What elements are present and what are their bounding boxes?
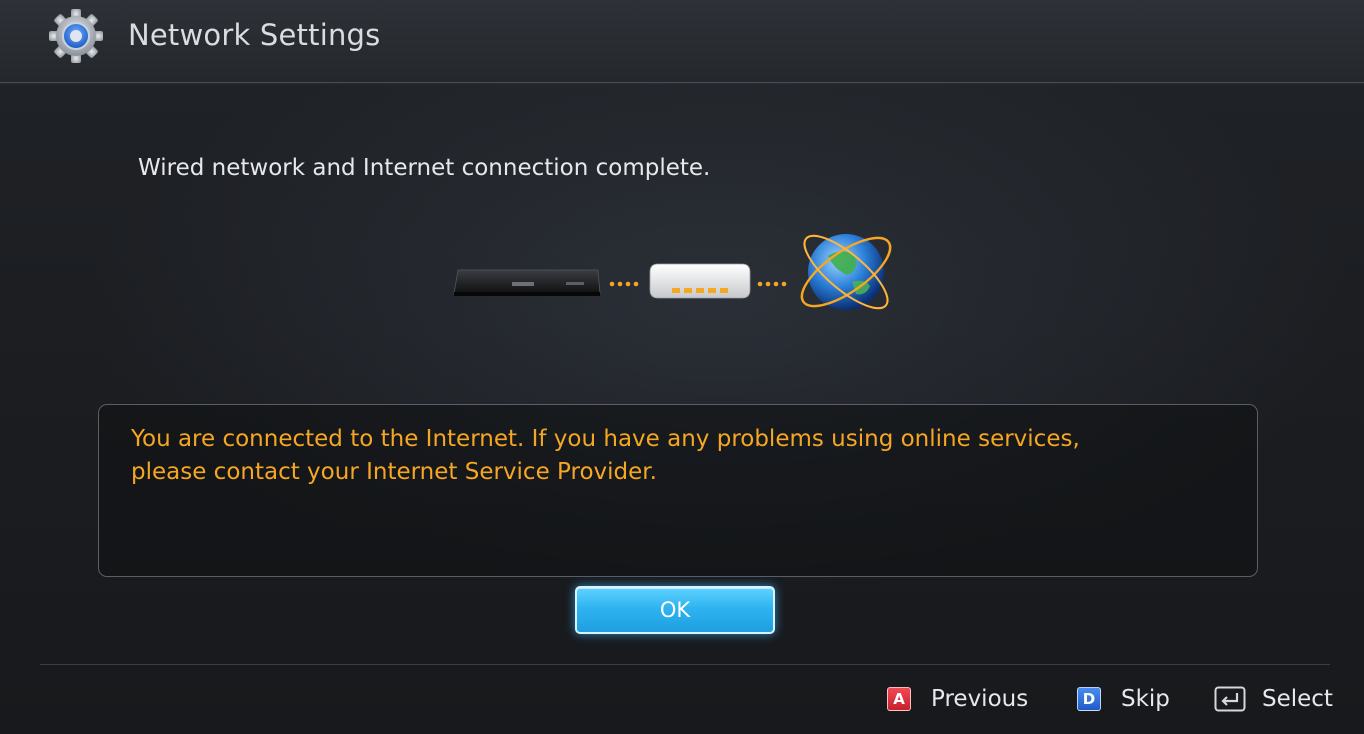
enter-key-icon: [1214, 686, 1246, 712]
previous-label: Previous: [931, 686, 1029, 712]
tv-device-icon: [453, 269, 601, 296]
select-label: Select: [1262, 686, 1333, 712]
info-message: You are connected to the Internet. If yo…: [131, 423, 1231, 489]
connection-status-text: Wired network and Internet connection co…: [138, 155, 711, 181]
footer-hint-select[interactable]: Select: [1214, 684, 1333, 714]
router-icon: [649, 263, 751, 299]
footer-hint-skip[interactable]: D Skip: [1077, 684, 1170, 714]
globe-icon: [800, 234, 892, 310]
info-message-line-1: You are connected to the Internet. If yo…: [131, 426, 1080, 452]
footer-divider: [40, 664, 1330, 665]
a-key-icon: A: [887, 687, 911, 711]
page-title: Network Settings: [128, 18, 381, 52]
gear-icon: [49, 9, 103, 63]
skip-label: Skip: [1121, 686, 1170, 712]
ok-button[interactable]: OK: [575, 586, 775, 634]
info-message-line-2: please contact your Internet Service Pro…: [131, 459, 657, 485]
header-bar: Network Settings: [0, 0, 1364, 83]
network-settings-screen: Network Settings Wired network and Inter…: [0, 0, 1364, 734]
footer-hint-previous[interactable]: A Previous: [887, 684, 1028, 714]
connection-diagram: [453, 234, 892, 310]
connection-dots-left: [609, 281, 639, 287]
d-key-icon: D: [1077, 687, 1101, 711]
info-message-box: You are connected to the Internet. If yo…: [98, 404, 1258, 577]
connection-dots-right: [757, 281, 787, 287]
